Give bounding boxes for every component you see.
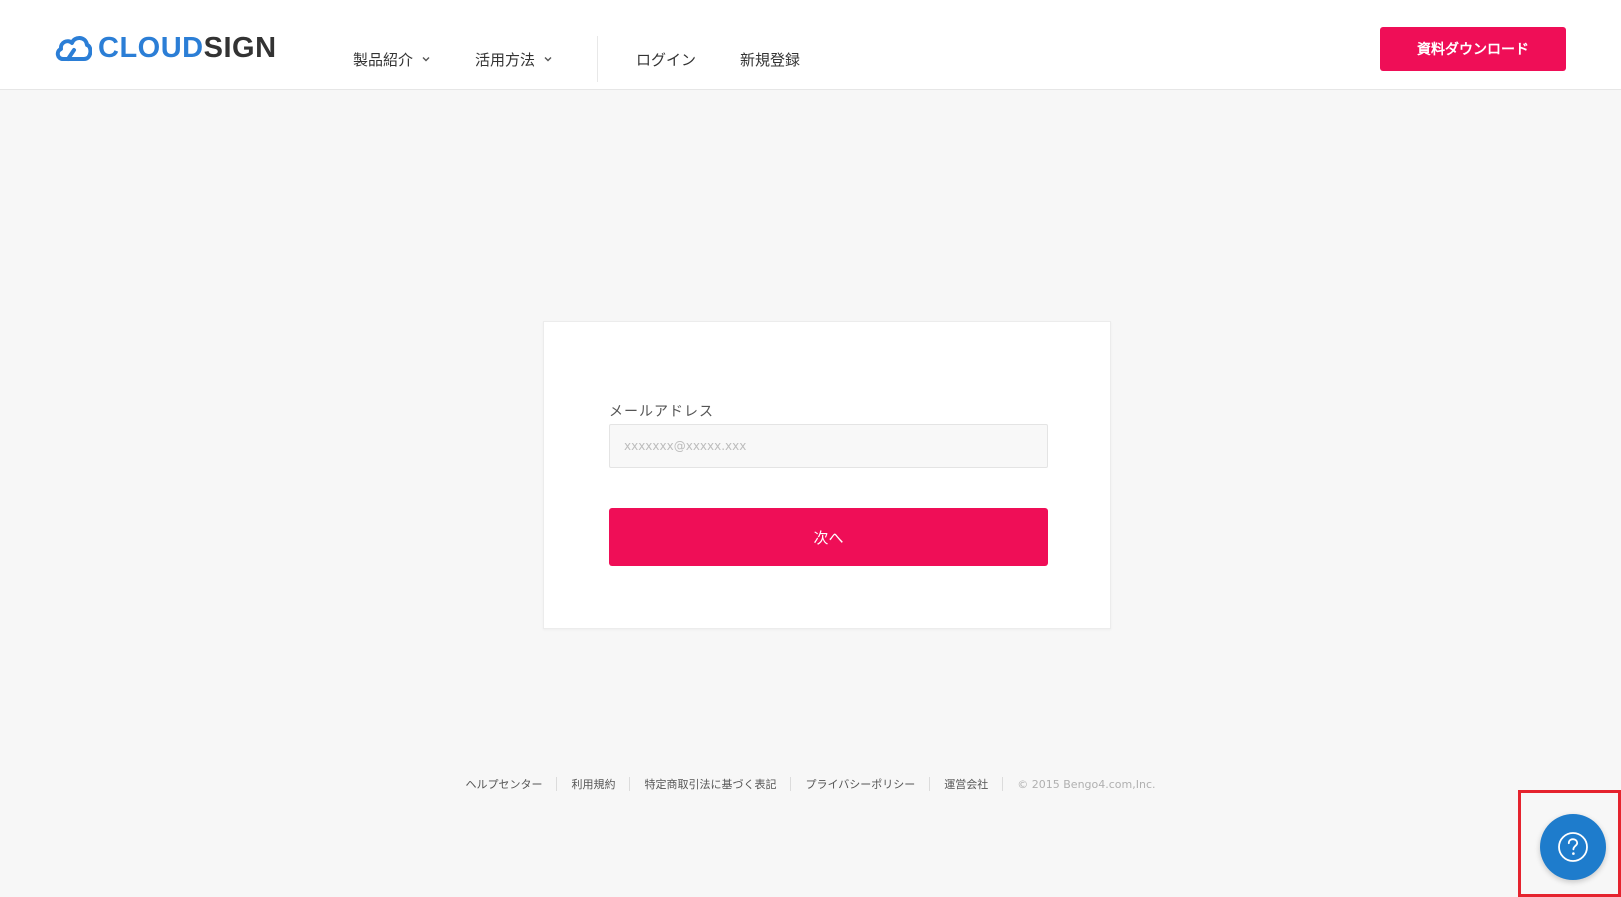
- cloud-sign-logo-icon: [55, 36, 92, 61]
- footer-link-terms[interactable]: 利用規約: [571, 776, 615, 792]
- footer: ヘルプセンター 利用規約 特定商取引法に基づく表記 プライバシーポリシー 運営会…: [0, 776, 1621, 792]
- logo-text-sign: SIGN: [203, 32, 277, 64]
- footer-divider: [629, 777, 631, 791]
- help-button[interactable]: [1540, 814, 1606, 880]
- chevron-down-icon: [422, 57, 430, 62]
- nav-login-label: ログイン: [636, 50, 697, 69]
- footer-divider: [929, 777, 931, 791]
- footer-link-commercial-law[interactable]: 特定商取引法に基づく表記: [644, 776, 776, 792]
- download-materials-button[interactable]: 資料ダウンロード: [1380, 27, 1566, 71]
- logo-text-cloud: CLOUD: [98, 32, 204, 64]
- footer-link-help-center[interactable]: ヘルプセンター: [465, 776, 542, 792]
- next-button[interactable]: 次へ: [609, 508, 1048, 566]
- nav-login[interactable]: ログイン: [636, 49, 696, 70]
- nav-usage-label: 活用方法: [475, 50, 536, 69]
- nav-divider: [597, 36, 599, 82]
- site-header: CLOUDSIGN 製品紹介 活用方法 ログイン 新規登録 資料ダウンロード: [0, 0, 1621, 90]
- email-label: メールアドレス: [609, 404, 714, 420]
- cloudsign-logo[interactable]: CLOUDSIGN: [54, 30, 277, 66]
- nav-usage[interactable]: 活用方法: [475, 49, 553, 70]
- login-card: メールアドレス 次へ: [543, 321, 1111, 629]
- copyright: © 2015 Bengo4.com,Inc.: [1017, 777, 1156, 791]
- footer-link-company[interactable]: 運営会社: [944, 776, 988, 792]
- footer-link-privacy[interactable]: プライバシーポリシー: [805, 776, 915, 792]
- logo-wordmark: CLOUDSIGN: [98, 30, 277, 66]
- footer-divider: [790, 777, 792, 791]
- footer-divider: [1002, 777, 1004, 791]
- nav-products-label: 製品紹介: [353, 50, 414, 69]
- question-mark-icon: [1558, 832, 1588, 862]
- nav-signup-label: 新規登録: [740, 50, 801, 69]
- footer-divider: [556, 777, 558, 791]
- nav-products[interactable]: 製品紹介: [353, 49, 431, 70]
- main-nav: 製品紹介 活用方法 ログイン 新規登録: [353, 36, 800, 82]
- nav-signup[interactable]: 新規登録: [740, 49, 800, 70]
- chevron-down-icon: [544, 57, 552, 62]
- email-field[interactable]: [609, 424, 1048, 468]
